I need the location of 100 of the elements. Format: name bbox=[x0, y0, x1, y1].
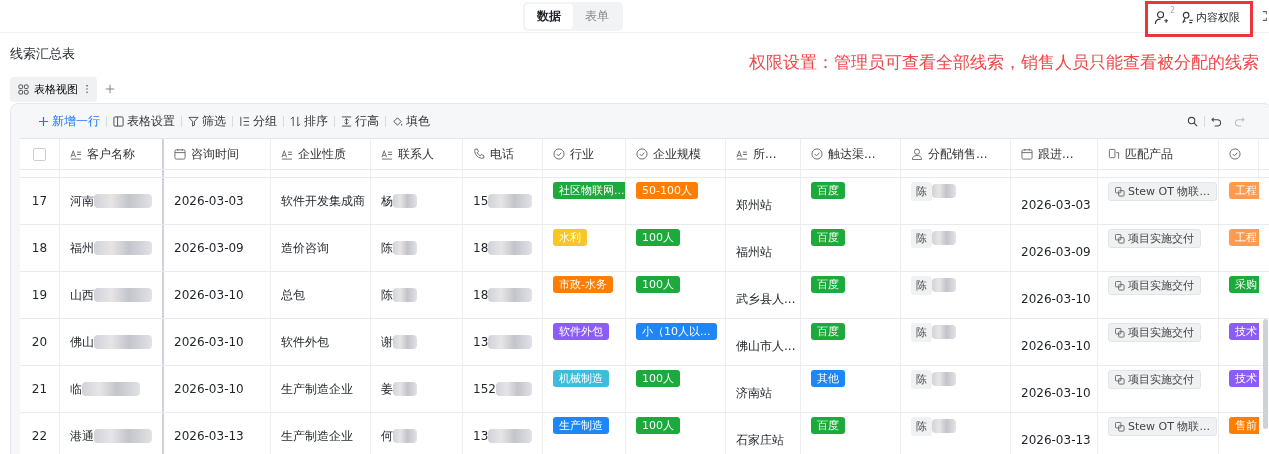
blurred-text bbox=[393, 241, 417, 255]
blurred-text bbox=[393, 382, 417, 396]
person-chip: 陈 bbox=[911, 323, 932, 342]
option-tag: 售前 bbox=[1229, 417, 1259, 434]
column-header[interactable]: 企业规模 bbox=[626, 139, 726, 169]
date-type-icon bbox=[1021, 148, 1033, 160]
option-tag: 其他 bbox=[811, 370, 845, 387]
table-cell: 港通 bbox=[70, 427, 94, 445]
column-header[interactable]: 跟进... bbox=[1011, 139, 1098, 169]
option-tag: 社区物联网... bbox=[553, 182, 625, 199]
table-cell: 生产制造企业 bbox=[281, 427, 353, 445]
column-header[interactable]: 企业性质 bbox=[271, 139, 371, 169]
option-tag: 技术 bbox=[1229, 370, 1259, 387]
table-cell: 2026-03-03 bbox=[174, 194, 244, 208]
copy-icon bbox=[1115, 327, 1125, 338]
column-header[interactable]: 客户名称 bbox=[60, 139, 164, 169]
more-icon[interactable] bbox=[85, 84, 89, 94]
product-chip: Stew OT 物联... bbox=[1108, 417, 1217, 436]
sheet-title: 线索汇总表 bbox=[10, 45, 75, 63]
height-icon bbox=[341, 115, 352, 127]
blurred-text bbox=[94, 241, 152, 255]
person-chip: 陈 bbox=[911, 370, 932, 389]
option-type-icon bbox=[1229, 148, 1241, 160]
blurred-text bbox=[488, 194, 532, 208]
blurred-text bbox=[94, 429, 152, 443]
select-all-checkbox[interactable] bbox=[33, 147, 46, 161]
option-tag: 市政-水务 bbox=[553, 276, 613, 293]
column-header[interactable]: 分配销售... bbox=[901, 139, 1011, 169]
toolbar-button[interactable]: 填色 bbox=[392, 113, 430, 129]
redo-icon[interactable] bbox=[1234, 115, 1245, 127]
column-header[interactable]: 联系人 bbox=[371, 139, 463, 169]
option-tag: 50-100人 bbox=[636, 182, 698, 199]
column-header[interactable]: 匹配产品 bbox=[1098, 139, 1219, 169]
column-header[interactable]: 所... bbox=[726, 139, 801, 169]
product-chip: 项目实施交付 bbox=[1108, 370, 1201, 389]
copy-icon bbox=[1115, 233, 1125, 244]
option-tag: 机械制造 bbox=[553, 370, 609, 387]
table-cell: 13 bbox=[473, 429, 489, 443]
blurred-text bbox=[393, 194, 417, 208]
fullscreen-icon[interactable] bbox=[1262, 10, 1269, 22]
option-type-icon bbox=[553, 148, 565, 160]
option-tag: 软件外包 bbox=[553, 323, 609, 340]
person-chip: 陈 bbox=[911, 417, 932, 436]
add-icon bbox=[38, 115, 49, 127]
column-header[interactable]: 触达渠... bbox=[801, 139, 901, 169]
row-number: 21 bbox=[31, 382, 48, 396]
blurred-text bbox=[94, 335, 152, 349]
table-cell: 2026-03-10 bbox=[1021, 339, 1091, 353]
annotation-text: 权限设置：管理员可查看全部线索，销售人员只能查看被分配的线索 bbox=[749, 51, 1259, 74]
table-cell: 河南 bbox=[70, 192, 94, 210]
add-view-icon[interactable] bbox=[105, 84, 115, 94]
toolbar-button[interactable]: 分组 bbox=[239, 113, 277, 129]
copy-icon bbox=[1115, 186, 1125, 197]
filter-icon bbox=[188, 115, 199, 127]
table-cell: 陈 bbox=[381, 286, 393, 304]
option-tag: 百度 bbox=[811, 229, 845, 246]
undo-icon[interactable] bbox=[1211, 115, 1222, 127]
table-cell: 陈 bbox=[381, 239, 393, 257]
content-permission-button[interactable]: 内容权限 bbox=[1181, 10, 1241, 25]
table-cell: 152 bbox=[473, 382, 496, 396]
view-tab[interactable]: 表格视图 bbox=[10, 76, 97, 102]
blurred-text bbox=[932, 325, 956, 339]
table-cell: 13 bbox=[473, 335, 489, 349]
toolbar-button[interactable]: 行高 bbox=[341, 113, 379, 129]
table-cell: 武乡县人... bbox=[736, 290, 796, 308]
product-chip: 项目实施交付 bbox=[1108, 323, 1201, 342]
table-cell: 生产制造企业 bbox=[281, 380, 353, 398]
person-chip: 陈 bbox=[911, 229, 932, 248]
blurred-text bbox=[932, 372, 956, 386]
toolbar-button[interactable]: 新增一行 bbox=[38, 113, 100, 129]
column-header[interactable]: 电话 bbox=[463, 139, 543, 169]
option-tag: 百度 bbox=[811, 182, 845, 199]
blurred-text bbox=[94, 288, 152, 302]
option-tag: 100人 bbox=[636, 417, 680, 434]
toolbar-button[interactable]: 表格设置 bbox=[113, 113, 175, 129]
product-chip: 项目实施交付 bbox=[1108, 276, 1201, 295]
option-tag: 100人 bbox=[636, 276, 680, 293]
grid-icon bbox=[18, 83, 29, 95]
search-icon[interactable] bbox=[1187, 115, 1198, 127]
member-count: 2 bbox=[1170, 6, 1176, 15]
copy-icon bbox=[1115, 421, 1125, 432]
add-member-icon[interactable] bbox=[1154, 10, 1169, 25]
column-header[interactable]: 咨询时间 bbox=[164, 139, 271, 169]
table-cell: 佛山 bbox=[70, 333, 94, 351]
table-cell: 何 bbox=[381, 427, 393, 445]
text-type-icon bbox=[736, 148, 748, 160]
option-tag: 技术 bbox=[1229, 323, 1259, 340]
table-cell: 2026-03-13 bbox=[1021, 433, 1091, 447]
copy-icon bbox=[1115, 280, 1125, 291]
option-type-icon bbox=[636, 148, 648, 160]
toolbar-button[interactable]: 筛选 bbox=[188, 113, 226, 129]
view-tab[interactable]: 数据 bbox=[525, 3, 573, 29]
option-tag: 工程 bbox=[1229, 229, 1259, 246]
table-cell: 山西 bbox=[70, 286, 94, 304]
table-cell: 2026-03-10 bbox=[174, 288, 244, 302]
option-type-icon bbox=[811, 148, 823, 160]
scrollbar[interactable] bbox=[1263, 319, 1268, 429]
column-header[interactable]: 行业 bbox=[543, 139, 626, 169]
blurred-text bbox=[488, 288, 532, 302]
toolbar-button[interactable]: 排序 bbox=[290, 113, 328, 129]
